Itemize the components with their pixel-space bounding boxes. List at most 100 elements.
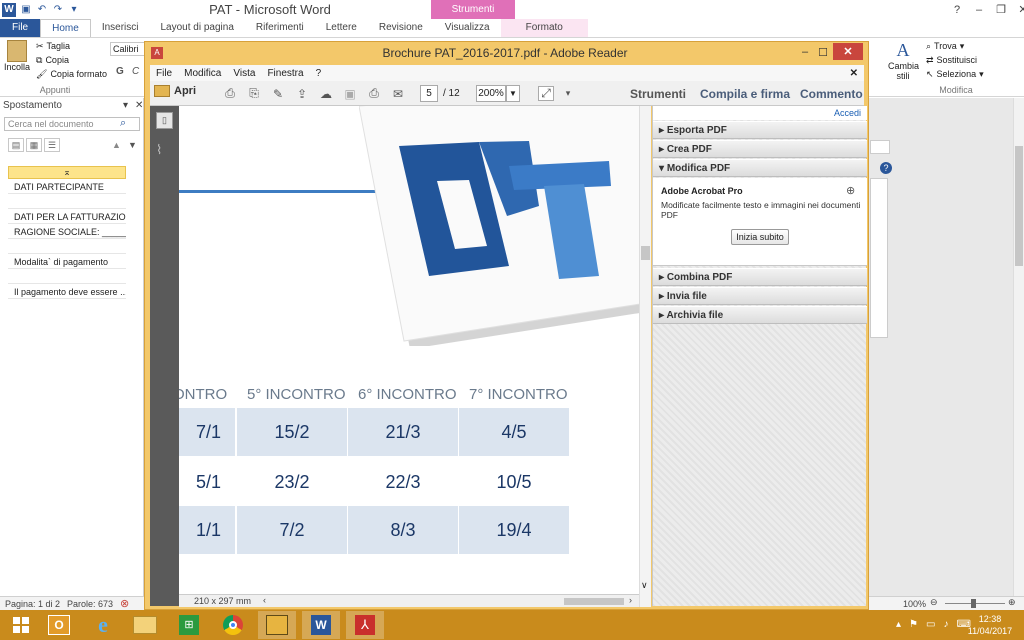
section-create-pdf[interactable]: ▸ Crea PDF xyxy=(653,140,867,158)
tab-references[interactable]: Riferimenti xyxy=(245,19,315,37)
copy-button[interactable]: ⧉ Copia xyxy=(36,53,107,67)
network-icon[interactable]: ▭ xyxy=(926,619,935,630)
tab-file[interactable]: File xyxy=(0,19,41,37)
zoom-dropdown-icon[interactable]: ▼ xyxy=(506,85,520,102)
close-icon[interactable]: ✕ xyxy=(135,100,143,111)
email-icon[interactable]: ✉ xyxy=(390,86,406,101)
previous-arrow-icon[interactable]: ▲ xyxy=(112,140,121,150)
word-taskbar-icon[interactable]: W xyxy=(302,611,340,639)
reader-logo-icon[interactable]: A xyxy=(151,47,163,59)
scroll-left-icon[interactable]: ‹ xyxy=(263,595,266,605)
scroll-down-icon[interactable]: ∨ xyxy=(641,580,648,591)
chevron-down-icon[interactable]: ▾ xyxy=(123,100,128,111)
list-item[interactable]: Il pagamento deve essere ... xyxy=(8,285,126,299)
font-name-box[interactable]: Calibri (C xyxy=(110,42,148,56)
cloud-upload-icon[interactable]: ☁ xyxy=(318,86,334,101)
edit-icon[interactable]: ✎ xyxy=(270,86,286,101)
store-taskbar-icon[interactable]: ⊞ xyxy=(170,611,208,639)
zoom-slider-thumb[interactable] xyxy=(971,599,976,608)
section-send-file[interactable]: ▸ Invia file xyxy=(653,287,867,305)
tab-review[interactable]: Revisione xyxy=(368,19,434,37)
change-styles-button[interactable]: A Cambia stili xyxy=(888,40,919,81)
replace-button[interactable]: ⇄ Sostituisci xyxy=(926,53,984,67)
comment-link[interactable]: Commento xyxy=(800,84,863,104)
list-item[interactable]: Modalita` di pagamento xyxy=(8,255,126,269)
proofing-icon[interactable]: ⊗ xyxy=(120,597,129,610)
word-count[interactable]: Parole: 673 xyxy=(67,599,113,609)
open-button[interactable]: Apri xyxy=(154,85,196,97)
adobe-reader-taskbar-icon[interactable]: ⅄ xyxy=(346,611,384,639)
page-count[interactable]: Pagina: 1 di 2 xyxy=(5,599,60,609)
internet-explorer-taskbar-icon[interactable]: e xyxy=(84,611,122,639)
zoom-in-icon[interactable]: ⊕ xyxy=(1008,597,1016,608)
list-item-empty[interactable] xyxy=(8,240,126,254)
scroll-thumb[interactable] xyxy=(641,246,650,260)
menu-edit[interactable]: Modifica xyxy=(178,68,227,79)
tab-mailings[interactable]: Lettere xyxy=(315,19,368,37)
menu-window[interactable]: Finestra xyxy=(261,68,309,79)
section-export-pdf[interactable]: ▸ Esporta PDF xyxy=(653,121,867,139)
help-icon[interactable]: ? xyxy=(946,0,968,19)
pdf-vertical-scrollbar[interactable]: ∨ xyxy=(639,106,651,607)
format-painter-button[interactable]: 🖌 Copia formato xyxy=(36,67,107,81)
cut-button[interactable]: ✂ Taglia xyxy=(36,39,107,53)
select-button[interactable]: ↖ Seleziona ▾ xyxy=(926,67,984,81)
close-document-icon[interactable]: ✕ xyxy=(844,68,864,79)
page-thumbnails-icon[interactable]: ▯ xyxy=(156,112,173,129)
list-item-empty[interactable] xyxy=(8,195,126,209)
list-item-empty[interactable] xyxy=(8,270,126,284)
page-number-input[interactable]: 5 xyxy=(420,85,438,102)
close-icon[interactable]: ✕ xyxy=(833,43,863,60)
create-pdf-icon[interactable]: ⎘ xyxy=(246,86,262,101)
file-explorer-taskbar-icon[interactable] xyxy=(126,611,164,639)
bold-icon[interactable]: G xyxy=(116,66,124,77)
pdf-page-view[interactable]: ONTRO 5° INCONTRO 6° INCONTRO 7° INCONTR… xyxy=(179,106,639,597)
menu-view[interactable]: Vista xyxy=(227,68,261,79)
restore-icon[interactable]: ❐ xyxy=(990,0,1012,19)
convert-icon[interactable]: ⎙ xyxy=(222,86,238,101)
print-icon[interactable]: ⎙ xyxy=(366,86,382,101)
minimize-icon[interactable]: – xyxy=(968,0,990,19)
attachment-icon[interactable]: ⌇ xyxy=(156,142,162,158)
menu-file[interactable]: File xyxy=(150,68,178,79)
headings-view-icon[interactable]: ▤ xyxy=(8,138,24,152)
list-item[interactable]: DATI PER LA FATTURAZION... xyxy=(8,210,126,224)
paste-button[interactable]: Incolla xyxy=(4,40,30,72)
minimize-icon[interactable]: – xyxy=(797,43,813,61)
nav-collapse-heading[interactable]: ⌅ xyxy=(8,166,126,179)
taskbar-clock[interactable]: 12:38 11/04/2017 xyxy=(960,613,1020,637)
toolbar-options-icon[interactable]: ▾ xyxy=(560,86,576,101)
start-button[interactable] xyxy=(2,611,40,639)
tab-view[interactable]: Visualizza xyxy=(434,19,501,37)
sign-in-link[interactable]: Accedi xyxy=(653,106,867,120)
horizontal-scroll-thumb[interactable] xyxy=(564,598,624,605)
save-icon[interactable]: ▣ xyxy=(20,4,32,16)
zoom-input[interactable]: 200% xyxy=(476,85,506,102)
results-view-icon[interactable]: ☰ xyxy=(44,138,60,152)
undo-icon[interactable]: ↶ xyxy=(36,4,48,16)
acrobat-cart-icon[interactable]: ⊕ xyxy=(846,184,855,197)
pages-view-icon[interactable]: ▦ xyxy=(26,138,42,152)
scroll-right-icon[interactable]: › xyxy=(629,595,632,605)
section-combine-pdf[interactable]: ▸ Combina PDF xyxy=(653,268,867,286)
zoom-level[interactable]: 100% xyxy=(903,599,926,609)
chrome-taskbar-icon[interactable] xyxy=(214,611,252,639)
tray-expand-icon[interactable]: ▴ xyxy=(896,619,901,630)
tools-link[interactable]: Strumenti xyxy=(630,84,686,104)
menu-help[interactable]: ? xyxy=(310,68,328,79)
next-arrow-icon[interactable]: ▼ xyxy=(128,140,137,150)
outlook-taskbar-icon[interactable]: O xyxy=(40,611,78,639)
zoom-out-icon[interactable]: ⊖ xyxy=(930,597,938,608)
tab-insert[interactable]: Inserisci xyxy=(91,19,150,37)
fit-page-icon[interactable]: ⤢ xyxy=(538,86,554,101)
tab-format[interactable]: Formato xyxy=(500,19,588,37)
explorer-active-taskbar-icon[interactable] xyxy=(258,611,296,639)
italic-icon[interactable]: C xyxy=(132,66,139,77)
start-now-button[interactable]: Inizia subito xyxy=(731,229,789,245)
fill-sign-link[interactable]: Compila e firma xyxy=(700,84,790,104)
scroll-thumb[interactable] xyxy=(1015,146,1023,266)
find-button[interactable]: ⌕ Trova ▾ xyxy=(926,39,984,53)
redo-icon[interactable]: ↷ xyxy=(52,4,64,16)
close-icon[interactable]: ✕ xyxy=(1012,0,1024,19)
save-icon[interactable]: ▣ xyxy=(342,86,358,101)
